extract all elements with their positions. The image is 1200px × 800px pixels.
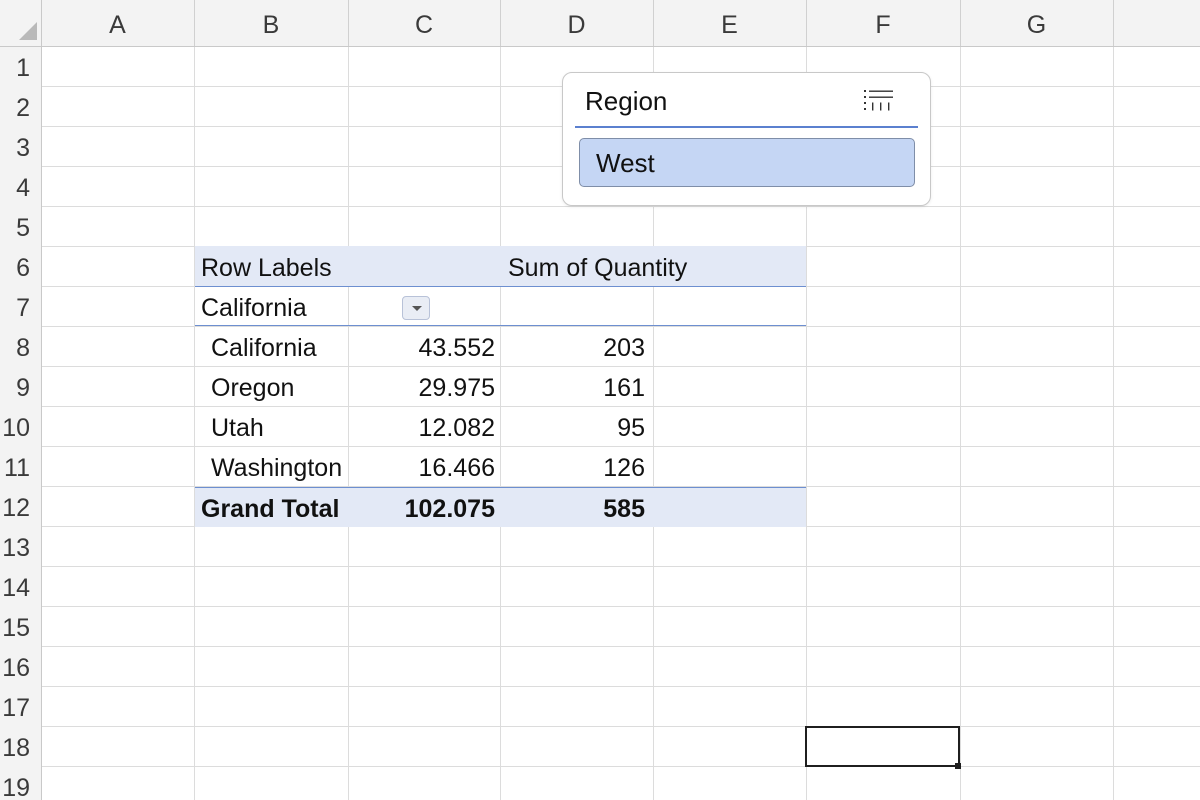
pivot-row-label[interactable]: Washington bbox=[211, 446, 342, 486]
pivot-header-row-labels[interactable]: Row Labels bbox=[201, 246, 332, 286]
slicer-item-west[interactable]: West bbox=[579, 138, 915, 187]
row-header-7[interactable]: 7 bbox=[0, 286, 33, 326]
row-header-12[interactable]: 12 bbox=[0, 486, 33, 526]
pivot-row-label[interactable]: Utah bbox=[211, 406, 264, 446]
fill-handle[interactable] bbox=[955, 763, 961, 769]
pivot-header-sum-of-quantity[interactable]: Sum of Quantity bbox=[508, 246, 687, 286]
slicer-title: Region bbox=[585, 86, 668, 116]
column-separator bbox=[1113, 0, 1114, 46]
grand-total-quantity[interactable]: 585 bbox=[505, 487, 645, 527]
column-header-e[interactable]: E bbox=[653, 0, 806, 46]
grid-line bbox=[194, 0, 195, 800]
row-header-19[interactable]: 19 bbox=[0, 766, 33, 800]
pivot-row-quantity[interactable]: 95 bbox=[505, 406, 645, 446]
column-header-f[interactable]: F bbox=[806, 0, 960, 46]
column-header-d[interactable]: D bbox=[500, 0, 653, 46]
row-header-4[interactable]: 4 bbox=[0, 166, 33, 206]
region-slicer[interactable]: Region West bbox=[562, 72, 931, 206]
pivot-filter-label[interactable]: California bbox=[201, 286, 307, 326]
select-all-button[interactable] bbox=[0, 0, 42, 47]
grid-line bbox=[0, 566, 1200, 567]
grid-line bbox=[0, 726, 1200, 727]
row-header-16[interactable]: 16 bbox=[0, 646, 33, 686]
grid-line bbox=[0, 206, 1200, 207]
select-all-icon bbox=[19, 22, 37, 40]
row-header-15[interactable]: 15 bbox=[0, 606, 33, 646]
pivot-row-quantity[interactable]: 161 bbox=[505, 366, 645, 406]
pivot-row-value[interactable]: 29.975 bbox=[355, 366, 495, 406]
multi-select-icon[interactable] bbox=[861, 87, 897, 117]
row-header-13[interactable]: 13 bbox=[0, 526, 33, 566]
pivot-row-value[interactable]: 43.552 bbox=[355, 326, 495, 366]
row-header-bar: 1 2 3 4 5 6 7 8 9 10 11 12 13 14 15 16 1… bbox=[0, 46, 42, 800]
column-header-c[interactable]: C bbox=[348, 0, 500, 46]
grid-line bbox=[960, 0, 961, 800]
row-header-14[interactable]: 14 bbox=[0, 566, 33, 606]
pivot-row-value[interactable]: 12.082 bbox=[355, 406, 495, 446]
pivot-row-label[interactable]: California bbox=[211, 326, 317, 366]
grid-line bbox=[0, 646, 1200, 647]
grid-line bbox=[348, 0, 349, 800]
column-header-bar: A B C D E F G bbox=[0, 0, 1200, 47]
pivot-row-value[interactable]: 16.466 bbox=[355, 446, 495, 486]
row-header-6[interactable]: 6 bbox=[0, 246, 33, 286]
row-header-18[interactable]: 18 bbox=[0, 726, 33, 766]
row-header-11[interactable]: 11 bbox=[0, 446, 33, 486]
row-header-5[interactable]: 5 bbox=[0, 206, 33, 246]
row-header-1[interactable]: 1 bbox=[0, 46, 33, 86]
multi-select-icon-graphic bbox=[864, 90, 893, 111]
grid-line bbox=[500, 0, 501, 800]
column-header-g[interactable]: G bbox=[960, 0, 1113, 46]
column-header-b[interactable]: B bbox=[194, 0, 348, 46]
dropdown-arrow-icon bbox=[412, 306, 422, 311]
grid-line bbox=[1113, 0, 1114, 800]
pivot-row-label[interactable]: Oregon bbox=[211, 366, 294, 406]
row-header-9[interactable]: 9 bbox=[0, 366, 33, 406]
row-header-17[interactable]: 17 bbox=[0, 686, 33, 726]
row-header-2[interactable]: 2 bbox=[0, 86, 33, 126]
pivot-filter-dropdown-button[interactable] bbox=[402, 296, 430, 320]
grid-line bbox=[0, 606, 1200, 607]
row-header-10[interactable]: 10 bbox=[0, 406, 33, 446]
active-cell-selection[interactable] bbox=[805, 726, 960, 767]
grid-line bbox=[0, 686, 1200, 687]
spreadsheet[interactable]: A B C D E F G 1 2 3 4 5 6 7 8 9 10 11 12… bbox=[0, 0, 1200, 800]
slicer-item-label: West bbox=[596, 148, 655, 178]
grand-total-value[interactable]: 102.075 bbox=[355, 487, 495, 527]
pivot-row-quantity[interactable]: 126 bbox=[505, 446, 645, 486]
row-header-3[interactable]: 3 bbox=[0, 126, 33, 166]
column-header-a[interactable]: A bbox=[41, 0, 194, 46]
grand-total-label[interactable]: Grand Total bbox=[201, 487, 339, 527]
slicer-header-rule bbox=[575, 126, 918, 128]
pivot-row-quantity[interactable]: 203 bbox=[505, 326, 645, 366]
grid-line bbox=[0, 766, 1200, 767]
row-header-8[interactable]: 8 bbox=[0, 326, 33, 366]
